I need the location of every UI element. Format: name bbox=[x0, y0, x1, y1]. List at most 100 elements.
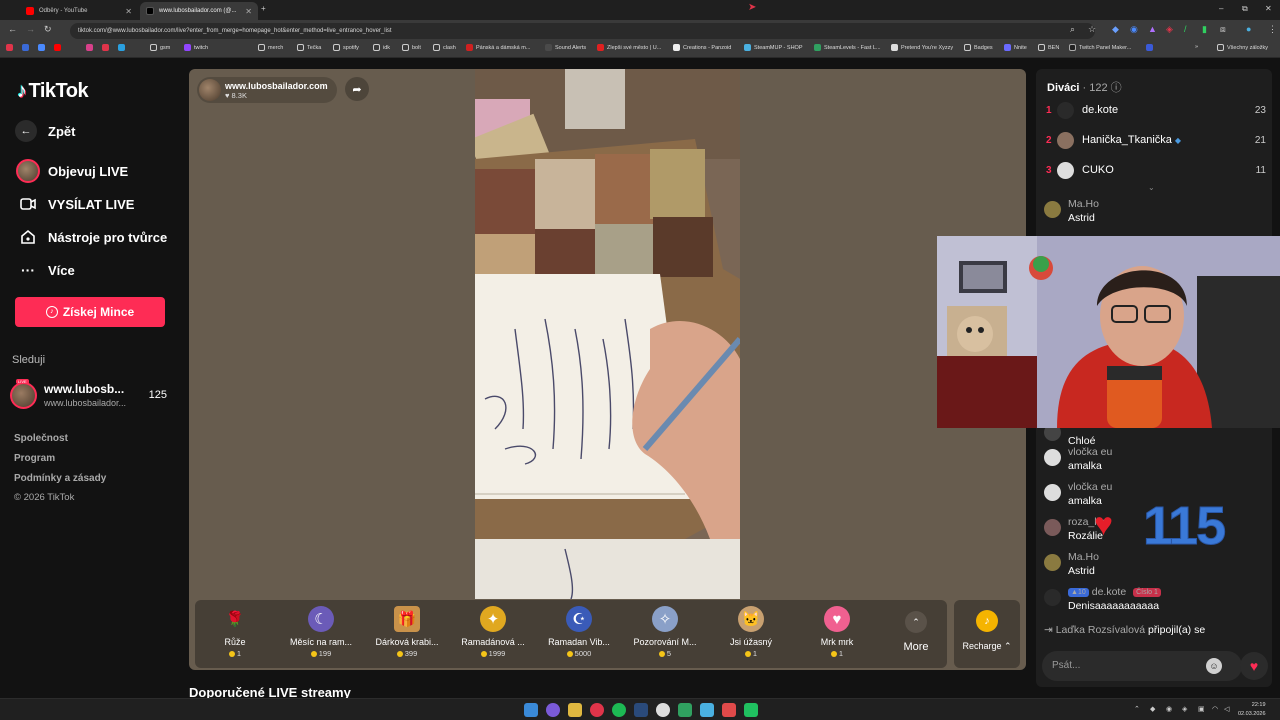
tab-youtube[interactable]: Odběry - YouTube ✕ bbox=[20, 2, 138, 20]
like-heart-button[interactable]: ♥ bbox=[1240, 652, 1268, 680]
bookmark-item[interactable] bbox=[38, 44, 48, 51]
system-clock[interactable]: 22:19 02.03.2026 bbox=[1238, 701, 1266, 719]
emoji-icon[interactable]: ☺ bbox=[1206, 658, 1222, 674]
zoom-icon[interactable]: ⌕ bbox=[1070, 24, 1075, 35]
profile-avatar-icon[interactable]: ● bbox=[1246, 24, 1251, 34]
live-stream-player[interactable]: www.lubosbailador.com ♥ 8.3K ➦ 🌹 Růže 1 … bbox=[189, 69, 1026, 670]
bookmark-folder[interactable]: bolt bbox=[402, 44, 421, 51]
bookmark-item[interactable] bbox=[22, 44, 32, 51]
all-bookmarks-folder[interactable]: Všechny záložky bbox=[1217, 44, 1268, 51]
bookmark-item[interactable] bbox=[86, 44, 96, 51]
app-icon[interactable] bbox=[722, 703, 736, 717]
tray-app-icon[interactable]: ◆ bbox=[1150, 705, 1155, 713]
menu-go-live[interactable]: VYSÍLAT LIVE bbox=[16, 192, 134, 216]
bookmark-item[interactable]: Creations - Panzoid bbox=[673, 44, 731, 51]
maximize-button[interactable]: ⧉ bbox=[1242, 4, 1248, 14]
bookmark-item[interactable]: SteamLevels - Fast L... bbox=[814, 44, 881, 51]
chat-user[interactable]: Ma.Ho bbox=[1068, 551, 1099, 563]
bookmarks-overflow-button[interactable]: » bbox=[1195, 44, 1198, 50]
bookmark-folder[interactable]: BEN bbox=[1038, 44, 1059, 51]
top-viewer-row[interactable]: 1 de.kote 23 bbox=[1046, 100, 1266, 120]
join-user[interactable]: Laďka Rozsívalová bbox=[1056, 624, 1145, 636]
gift-item[interactable]: 🌹 Růže 1 bbox=[195, 606, 275, 658]
app-icon[interactable] bbox=[656, 703, 670, 717]
extension-icon[interactable]: / bbox=[1184, 24, 1187, 34]
chat-user[interactable]: Ma.Ho bbox=[1068, 198, 1099, 210]
tray-chevron-icon[interactable]: ⌃ bbox=[1134, 705, 1140, 713]
bookmark-folder[interactable]: Tečka bbox=[297, 44, 321, 51]
forward-arrow-icon[interactable]: → bbox=[26, 24, 35, 34]
extension-icon[interactable]: ◆ bbox=[1112, 24, 1119, 35]
menu-more[interactable]: ··· Více bbox=[16, 258, 75, 282]
steam-icon[interactable] bbox=[634, 703, 648, 717]
followed-account[interactable]: LIVE www.lubosb... www.lubosbailador... … bbox=[10, 379, 175, 412]
address-bar[interactable]: tiktok.com/@www.lubosbailador.com/live?e… bbox=[70, 23, 1095, 39]
bookmark-folder[interactable]: twitch bbox=[184, 44, 208, 51]
menu-explore-live[interactable]: Objevuj LIVE bbox=[16, 159, 128, 183]
expand-chevron-icon[interactable]: ⌄ bbox=[1148, 183, 1155, 192]
tray-app-icon[interactable]: ▣ bbox=[1198, 705, 1205, 713]
back-arrow-icon[interactable]: ← bbox=[8, 24, 17, 34]
tray-app-icon[interactable]: ◉ bbox=[1166, 705, 1172, 713]
discord-icon[interactable] bbox=[546, 703, 560, 717]
file-explorer-icon[interactable] bbox=[568, 703, 582, 717]
app-icon[interactable] bbox=[678, 703, 692, 717]
bookmark-item[interactable]: Twitch Panel Maker... bbox=[1069, 44, 1131, 51]
bookmark-item[interactable]: Nnite bbox=[1004, 44, 1027, 51]
bookmark-item[interactable] bbox=[102, 44, 112, 51]
recharge-button[interactable]: ♪ Recharge ⌃ bbox=[954, 600, 1020, 668]
windows-start-icon[interactable] bbox=[524, 703, 538, 717]
host-info[interactable]: www.lubosbailador.com ♥ 8.3K bbox=[197, 77, 337, 103]
footer-link-program[interactable]: Program bbox=[14, 453, 55, 464]
bookmark-item[interactable] bbox=[6, 44, 16, 51]
chat-user[interactable]: de.kote bbox=[1092, 586, 1126, 598]
reload-icon[interactable]: ↻ bbox=[44, 24, 52, 35]
gift-item[interactable]: ✦ Ramadánová ... 1999 bbox=[453, 606, 533, 658]
wifi-icon[interactable]: ◠ bbox=[1212, 705, 1218, 713]
app-icon[interactable] bbox=[700, 703, 714, 717]
new-tab-button[interactable]: + bbox=[261, 4, 266, 13]
bookmark-item[interactable] bbox=[1146, 44, 1156, 51]
chat-user[interactable]: vločka eu bbox=[1068, 481, 1112, 493]
close-tab-icon[interactable]: ✕ bbox=[245, 7, 252, 16]
bookmark-star-icon[interactable]: ☆ bbox=[1088, 24, 1096, 35]
bookmark-item[interactable] bbox=[118, 44, 128, 51]
get-coins-button[interactable]: ♪ Získej Mince bbox=[15, 297, 165, 327]
chat-user[interactable]: vločka eu bbox=[1068, 446, 1112, 458]
close-tab-icon[interactable]: ✕ bbox=[125, 7, 132, 16]
bookmark-folder[interactable]: idk bbox=[373, 44, 390, 51]
bookmark-folder[interactable]: gsm bbox=[150, 44, 170, 51]
back-button[interactable]: ← Zpět bbox=[15, 120, 75, 142]
extension-icon[interactable]: ▲ bbox=[1148, 24, 1157, 34]
bookmark-item[interactable] bbox=[54, 44, 64, 51]
extension-icon[interactable]: ◈ bbox=[1166, 24, 1173, 35]
bookmark-item[interactable]: Pretend You're Xyzzy bbox=[891, 44, 953, 51]
info-icon[interactable]: ⓘ bbox=[1111, 82, 1122, 94]
chrome-icon[interactable] bbox=[590, 703, 604, 717]
bookmark-item[interactable]: Sound Alerts bbox=[545, 44, 586, 51]
share-button[interactable]: ➦ bbox=[345, 77, 369, 101]
extension-icon[interactable]: ▮ bbox=[1202, 24, 1207, 35]
minimize-button[interactable]: – bbox=[1219, 4, 1223, 13]
app-icon[interactable] bbox=[744, 703, 758, 717]
gift-item[interactable]: ☪ Ramadan Vib... 5000 bbox=[539, 606, 619, 658]
menu-creator-tools[interactable]: Nástroje pro tvůrce bbox=[16, 225, 167, 249]
top-viewer-row[interactable]: 3 CUKO 11 bbox=[1046, 160, 1266, 180]
top-viewer-row[interactable]: 2 Hanička_Tkanička ◆ 21 bbox=[1046, 130, 1266, 150]
bookmark-item[interactable]: Pánská a dámská m... bbox=[466, 44, 530, 51]
footer-link-company[interactable]: Společnost bbox=[14, 433, 68, 444]
extensions-puzzle-icon[interactable]: ⧈ bbox=[1220, 24, 1226, 35]
bookmark-folder[interactable]: spotify bbox=[333, 44, 359, 51]
gift-item[interactable]: 🐱 Jsi úžasný 1 bbox=[711, 606, 791, 658]
volume-icon[interactable]: ◁ bbox=[1224, 705, 1229, 713]
gift-item[interactable]: ♥ Mrk mrk 1 bbox=[797, 606, 877, 658]
bookmark-folder[interactable]: Badges bbox=[964, 44, 993, 51]
browser-menu-icon[interactable]: ⋮ bbox=[1268, 24, 1277, 35]
gift-item[interactable]: 🎁 Dárková krabi... 399 bbox=[367, 606, 447, 658]
gift-item[interactable]: ☾ Měsíc na ram... 199 bbox=[281, 606, 361, 658]
bookmark-folder[interactable]: clash bbox=[433, 44, 456, 51]
tiktok-logo[interactable]: ♪ TikTok bbox=[17, 80, 89, 103]
footer-link-terms[interactable]: Podmínky a zásady bbox=[14, 473, 106, 484]
spotify-icon[interactable] bbox=[612, 703, 626, 717]
extension-icon[interactable]: ◉ bbox=[1130, 24, 1138, 35]
